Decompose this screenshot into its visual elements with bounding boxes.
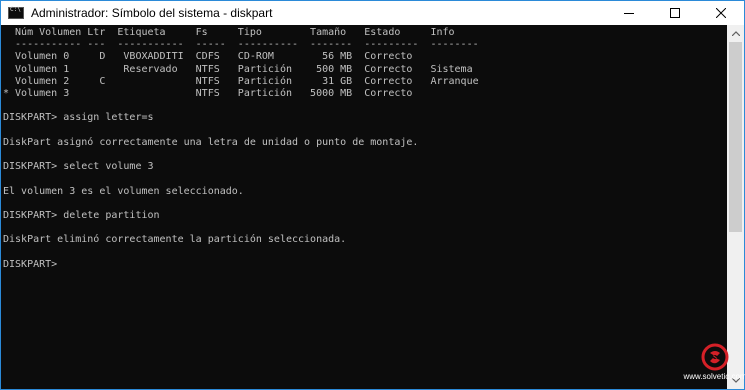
maximize-button[interactable]: [652, 1, 698, 25]
console-line: El volumen 3 es el volumen seleccionado.: [3, 185, 244, 197]
window-controls: [606, 1, 744, 25]
minimize-button[interactable]: [606, 1, 652, 25]
maximize-icon: [670, 8, 680, 18]
console-line: DISKPART>: [3, 258, 64, 270]
window-title: Administrador: Símbolo del sistema - dis…: [31, 6, 273, 20]
close-button[interactable]: [698, 1, 744, 25]
console-line: Núm Volumen Ltr Etiqueta Fs Tipo Tamaño …: [3, 27, 455, 38]
title-bar[interactable]: Administrador: Símbolo del sistema - dis…: [1, 1, 744, 25]
scroll-up-button[interactable]: [727, 25, 744, 42]
console-line: * Volumen 3 NTFS Partición 5000 MB Corre…: [3, 88, 413, 100]
watermark-text: www.solvetic.com: [683, 372, 745, 381]
solvetic-watermark: www.solvetic.com: [683, 343, 745, 387]
command-prompt-window: Administrador: Símbolo del sistema - dis…: [0, 0, 745, 390]
console-line: Volumen 0 D VBOXADDITI CDFS CD-ROM 56 MB…: [3, 51, 413, 63]
console-line: DISKPART> assign letter=s: [3, 112, 154, 124]
scroll-thumb[interactable]: [729, 42, 742, 232]
minimize-icon: [624, 13, 634, 14]
console-line: Volumen 1 Reservado NTFS Partición 500 M…: [3, 63, 473, 75]
console-line: DISKPART> select volume 3: [3, 161, 154, 173]
solvetic-logo-icon: [701, 343, 729, 371]
console-line: DiskPart eliminó correctamente la partic…: [3, 234, 347, 246]
cmd-icon[interactable]: [8, 6, 24, 19]
chevron-up-icon: [731, 31, 740, 36]
console-text: Núm Volumen Ltr Etiqueta Fs Tipo Tamaño …: [3, 27, 479, 271]
close-icon: [716, 8, 726, 18]
console-output-area[interactable]: Núm Volumen Ltr Etiqueta Fs Tipo Tamaño …: [1, 25, 727, 389]
console-line: ----------- --- ----------- ----- ------…: [3, 39, 479, 51]
console-line: DiskPart asignó correctamente una letra …: [3, 136, 419, 148]
console-line: DISKPART> delete partition: [3, 210, 160, 222]
vertical-scrollbar[interactable]: [727, 25, 744, 389]
console-line: Volumen 2 C NTFS Partición 31 GB Correct…: [3, 75, 479, 87]
